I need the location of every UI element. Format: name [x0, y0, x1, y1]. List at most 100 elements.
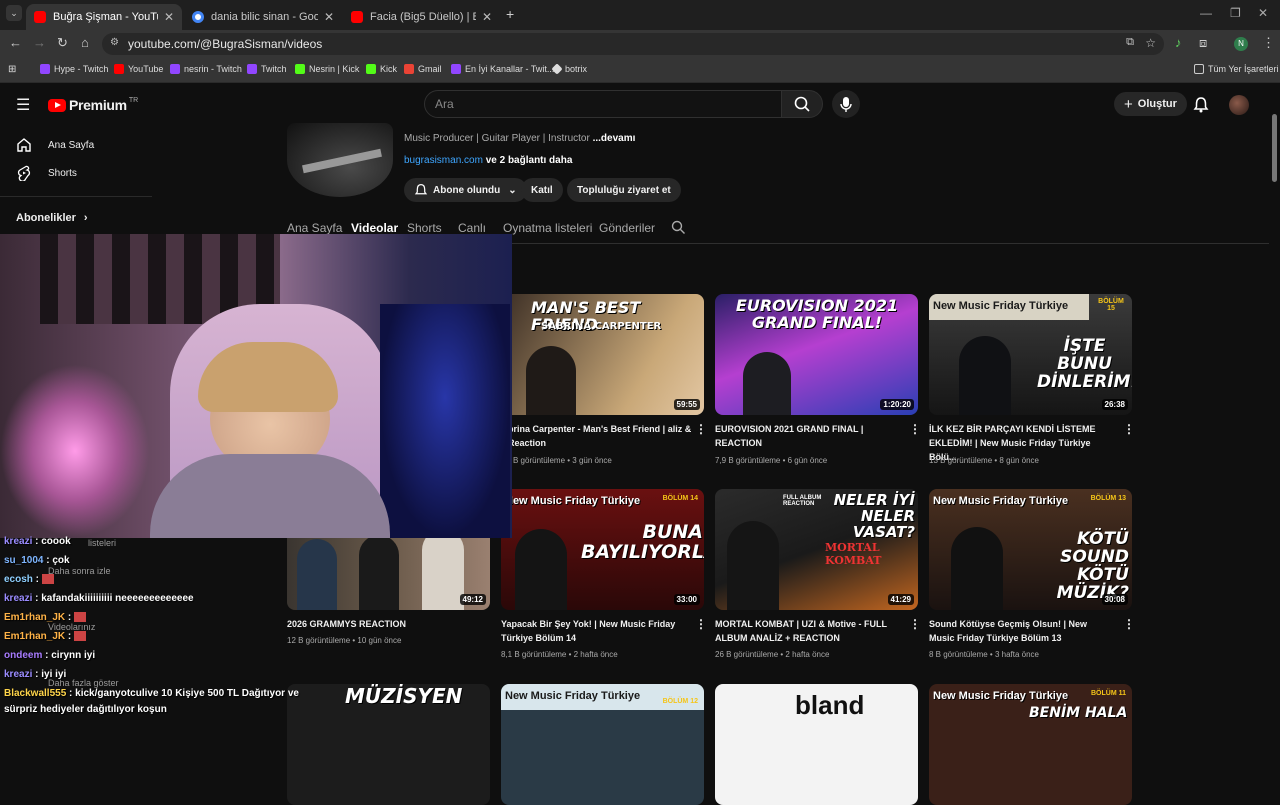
video-title[interactable]: EUROVISION 2021 GRAND FINAL | REACTION: [715, 422, 900, 450]
join-button[interactable]: Katıl: [521, 178, 563, 202]
site-info-icon[interactable]: ⚙: [110, 37, 119, 48]
tab-live[interactable]: Canlı: [458, 221, 486, 235]
url-text[interactable]: youtube.com/@BugraSisman/videos: [128, 37, 322, 51]
emote-icon: [74, 631, 87, 642]
reload-icon[interactable]: ↻: [57, 35, 68, 51]
profile-avatar[interactable]: N: [1234, 37, 1248, 51]
browser-menu-icon[interactable]: ⋮: [1262, 35, 1275, 51]
tab-posts[interactable]: Gönderiler: [599, 221, 655, 235]
tab-playlists[interactable]: Oynatma listeleri: [503, 221, 592, 235]
video-duration: 26:38: [1101, 399, 1128, 410]
close-window-icon[interactable]: ✕: [1258, 6, 1268, 20]
all-bookmarks-folder[interactable]: Tüm Yer İşaretleri: [1194, 64, 1279, 74]
video-more-icon[interactable]: ⋮: [695, 422, 707, 436]
streamer-body: [150, 454, 390, 538]
twitch-icon: [170, 64, 180, 74]
youtube-icon: [114, 64, 124, 74]
video-thumbnail[interactable]: New Music Friday Türkiye BÖLÜM 13 KÖTÜ S…: [929, 489, 1132, 610]
host-figure: [951, 527, 1003, 610]
audio-icon[interactable]: ♪: [1175, 35, 1182, 50]
tab-videos[interactable]: Videolar: [351, 221, 398, 235]
close-tab-icon[interactable]: ✕: [324, 10, 334, 24]
channel-avatar[interactable]: [287, 123, 393, 197]
bookmark-en-iyi-kanallar[interactable]: En İyi Kanallar - Twit...: [451, 64, 554, 74]
video-thumbnail[interactable]: New Music Friday Türkiye BÖLÜM 15 İŞTE B…: [929, 294, 1132, 415]
video-meta: 26 B görüntüleme • 2 hafta önce: [715, 650, 830, 659]
browser-tab-google[interactable]: dania bilic sinan - Google'da Ar ✕: [184, 4, 342, 30]
bookmark-hype-twitch[interactable]: Hype - Twitch: [40, 64, 108, 74]
video-thumbnail[interactable]: EUROVISION 2021 GRAND FINAL! 1:20:20: [715, 294, 918, 415]
webcam-overlay: [0, 234, 512, 538]
hamburger-menu-icon[interactable]: ☰: [16, 95, 30, 115]
twitch-icon: [451, 64, 461, 74]
bell-icon: [414, 184, 428, 195]
video-title[interactable]: Sound Kötüyse Geçmiş Olsun! | New Music …: [929, 617, 1114, 645]
video-thumbnail[interactable]: New Music Friday Türkiye BÖLÜM 14 BUNA B…: [501, 489, 704, 610]
bookmark-star-icon[interactable]: ☆: [1145, 36, 1156, 50]
bookmark-botrix[interactable]: botrix: [551, 63, 587, 75]
close-tab-icon[interactable]: ✕: [482, 10, 492, 24]
search-input[interactable]: [425, 91, 781, 117]
browser-tab-facia[interactable]: Facia (Big5 Düello) | Besti & Öz ✕: [343, 4, 500, 30]
bookmark-gmail[interactable]: Gmail: [404, 64, 442, 74]
video-title[interactable]: MORTAL KOMBAT | UZI & Motive - FULL ALBU…: [715, 617, 900, 645]
bookmark-twitch[interactable]: Twitch: [247, 64, 287, 74]
youtube-premium-logo[interactable]: Premium TR: [48, 97, 138, 113]
cast-icon[interactable]: ⧉: [1126, 36, 1134, 49]
host-figure: [727, 521, 779, 610]
restore-window-icon[interactable]: ❐: [1230, 6, 1241, 20]
subscribed-button[interactable]: Abone olundu ⌄: [404, 178, 527, 202]
apps-grid-icon[interactable]: ⊞: [8, 64, 16, 75]
channel-search-icon[interactable]: [671, 220, 686, 235]
tab-shorts[interactable]: Shorts: [407, 221, 442, 235]
video-title[interactable]: brina Carpenter - Man's Best Friend | al…: [508, 422, 693, 450]
address-bar[interactable]: ⚙ youtube.com/@BugraSisman/videos ⧉ ☆: [102, 33, 1164, 55]
search-box[interactable]: [424, 90, 782, 118]
extensions-icon[interactable]: ⧈: [1199, 35, 1207, 51]
blue-light: [380, 304, 510, 538]
home-icon[interactable]: ⌂: [81, 35, 89, 50]
video-more-icon[interactable]: ⋮: [909, 617, 921, 631]
video-thumbnail[interactable]: FULL ALBUM REACTION NELER İYİ NELER VASA…: [715, 489, 918, 610]
close-tab-icon[interactable]: ✕: [164, 10, 174, 24]
create-button[interactable]: + Oluştur: [1114, 92, 1187, 116]
host-figure: [515, 529, 567, 610]
sidebar-item-subscriptions[interactable]: Abonelikler ›: [16, 212, 88, 224]
video-more-icon[interactable]: ⋮: [909, 422, 921, 436]
video-meta: 8,1 B görüntüleme • 2 hafta önce: [501, 650, 618, 659]
video-thumbnail[interactable]: New Music Friday Türkiye BÖLÜM 12: [501, 684, 704, 805]
video-thumbnail[interactable]: New Music Friday Türkiye BÖLÜM 11 BENİM …: [929, 684, 1132, 805]
bookmark-youtube[interactable]: YouTube: [114, 64, 163, 74]
channel-more-link[interactable]: ...devamı: [593, 133, 636, 144]
browser-tab-strip: ⌄ Buğra Şişman - YouTube ✕ dania bilic s…: [0, 0, 1280, 30]
video-thumbnail[interactable]: bland: [715, 684, 918, 805]
video-more-icon[interactable]: ⋮: [695, 617, 707, 631]
sidebar-item-shorts[interactable]: Shorts: [16, 165, 77, 181]
video-more-icon[interactable]: ⋮: [1123, 422, 1135, 436]
sidebar-item-home[interactable]: Ana Sayfa: [16, 137, 94, 153]
guitar-neck: [302, 148, 382, 174]
chat-message: ondeem : cirynn iyi: [4, 650, 96, 661]
bookmark-kick[interactable]: Kick: [366, 64, 397, 74]
video-more-icon[interactable]: ⋮: [1123, 617, 1135, 631]
channel-website-link[interactable]: bugrasisman.com: [404, 155, 483, 166]
back-icon[interactable]: ←: [9, 35, 22, 50]
video-title[interactable]: Yapacak Bir Şey Yok! | New Music Friday …: [501, 617, 686, 645]
video-thumbnail[interactable]: MAN'S BEST FRIEND SABRINA CARPENTER 59:5…: [501, 294, 704, 415]
community-button[interactable]: Topluluğu ziyaret et: [567, 178, 681, 202]
browser-tab-youtube[interactable]: Buğra Şişman - YouTube ✕: [26, 4, 182, 30]
bookmark-nesrin-kick[interactable]: Nesrin | Kick: [295, 64, 359, 74]
forward-icon[interactable]: →: [33, 35, 46, 50]
minimize-window-icon[interactable]: —: [1200, 6, 1212, 20]
new-tab-button[interactable]: +: [506, 6, 514, 22]
account-avatar[interactable]: [1229, 95, 1249, 115]
notifications-bell-icon[interactable]: [1193, 96, 1209, 113]
streamer-hair: [198, 342, 338, 412]
tab-search-button[interactable]: ⌄: [6, 5, 22, 21]
page-scrollbar-thumb[interactable]: [1272, 114, 1277, 182]
search-button[interactable]: [781, 90, 823, 118]
voice-search-button[interactable]: [832, 90, 860, 118]
tab-home[interactable]: Ana Sayfa: [287, 221, 342, 235]
bookmark-nesrin-twitch[interactable]: nesrin - Twitch: [170, 64, 242, 74]
video-duration: 41:29: [887, 594, 914, 605]
